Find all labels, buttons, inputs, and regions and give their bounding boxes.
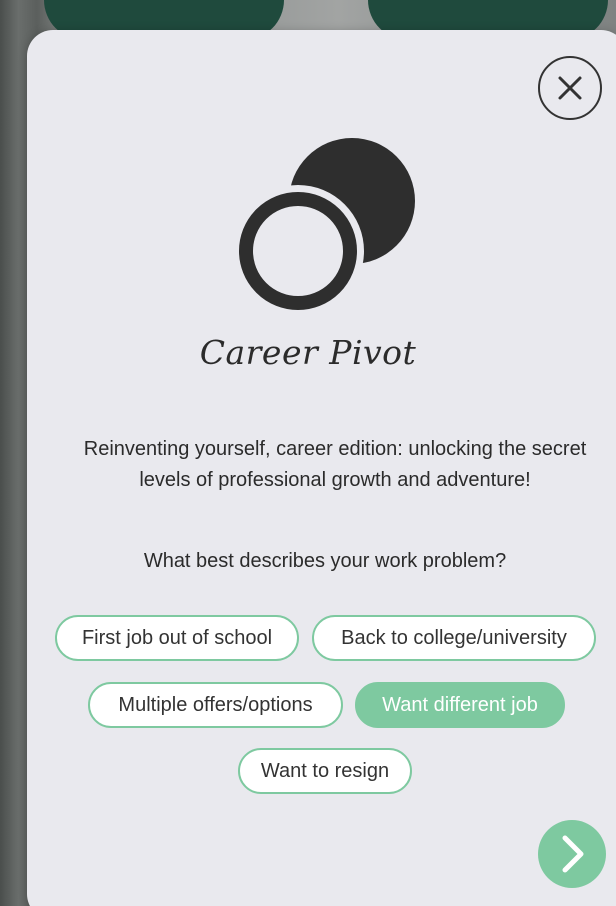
question-text: What best describes your work problem? [143,550,507,572]
option-back-to-college[interactable]: Back to college/university [312,615,596,661]
option-want-to-resign[interactable]: Want to resign [238,748,412,794]
next-button[interactable] [538,820,606,888]
modal-description: Reinventing yourself, career edition: un… [83,438,587,491]
overlapping-circles-icon [232,138,415,316]
option-multiple-offers[interactable]: Multiple offers/options [88,682,343,728]
close-button[interactable] [538,56,602,120]
close-icon [558,76,582,100]
option-first-job[interactable]: First job out of school [55,615,299,661]
modal-title: Career Pivot [199,333,417,372]
option-want-different-job[interactable]: Want different job [355,682,565,728]
chevron-right-icon [562,835,584,873]
